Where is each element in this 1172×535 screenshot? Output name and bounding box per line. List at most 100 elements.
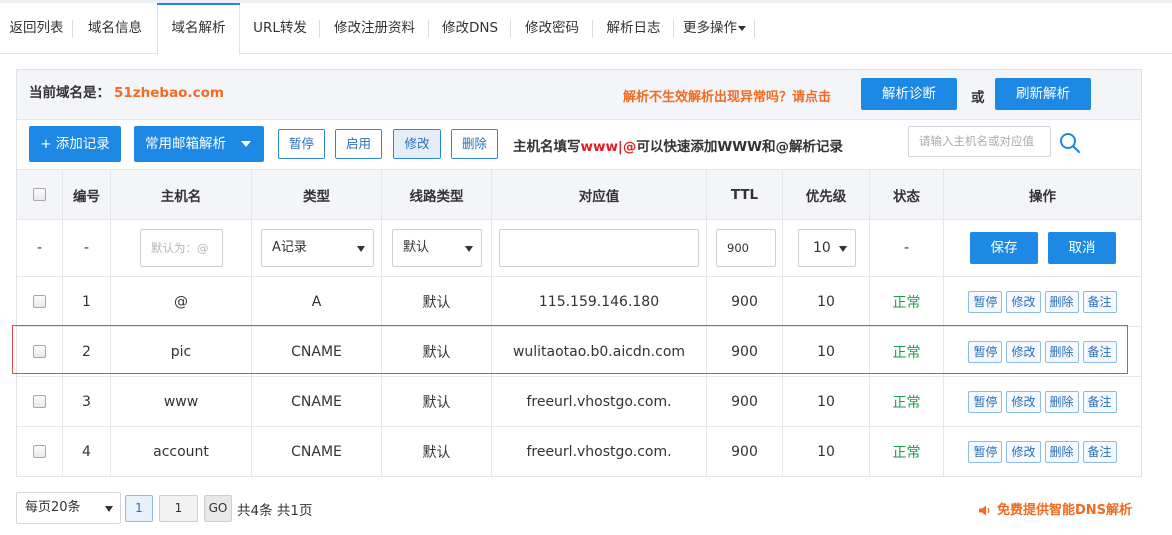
modify-button[interactable]: 修改 (393, 129, 441, 159)
tab-modify-dns[interactable]: 修改DNS (429, 3, 511, 54)
row-delete-button[interactable]: 删除 (1044, 390, 1079, 413)
priority-select-value: 10 (813, 240, 831, 256)
record-priority: 10 (783, 377, 870, 426)
line-select[interactable]: 默认 (392, 229, 482, 267)
search-icon[interactable] (1059, 132, 1081, 154)
chevron-down-icon (465, 246, 473, 252)
row-pause-button[interactable]: 暂停 (968, 290, 1003, 313)
host-input[interactable]: 默认为：@ (140, 229, 223, 267)
record-actions: 暂停 修改 删除 备注 (944, 327, 1141, 376)
record-status: 正常 (870, 427, 944, 476)
row-note-button[interactable]: 备注 (1082, 290, 1117, 313)
row-note-button[interactable]: 备注 (1082, 440, 1117, 463)
row-modify-button[interactable]: 修改 (1006, 390, 1041, 413)
current-domain-label: 当前域名是： 51zhebao.com (29, 81, 224, 101)
select-all-checkbox[interactable] (33, 188, 46, 201)
row-checkbox[interactable] (33, 295, 46, 308)
row-modify-button[interactable]: 修改 (1006, 340, 1041, 363)
page-goto-input[interactable]: 1 (159, 495, 198, 522)
row-checkbox[interactable] (33, 395, 46, 408)
chevron-down-icon (105, 506, 113, 512)
new-priority-cell: 10 (783, 220, 870, 276)
record-line: 默认 (382, 327, 492, 376)
hint-prefix: 主机名填写 (513, 139, 581, 155)
tab-modify-registration[interactable]: 修改注册资料 (320, 3, 429, 54)
refresh-resolve-button[interactable]: 刷新解析 (995, 78, 1091, 110)
host-hint: 主机名填写www|@可以快速添加WWW和@解析记录 (513, 135, 843, 155)
per-page-select[interactable]: 每页20条 (16, 492, 121, 524)
row-select-cell (17, 277, 63, 326)
row-delete-button[interactable]: 删除 (1044, 290, 1079, 313)
diagnose-button[interactable]: 解析诊断 (861, 78, 957, 110)
mail-resolve-dropdown[interactable]: 常用邮箱解析 (134, 126, 264, 162)
header-line: 线路类型 (382, 170, 492, 219)
row-delete-button[interactable]: 删除 (1044, 340, 1079, 363)
tab-back-to-list[interactable]: 返回列表 (0, 3, 73, 54)
record-value: 115.159.146.180 (492, 277, 707, 326)
pause-button[interactable]: 暂停 (278, 129, 325, 159)
promo-link[interactable]: 免费提供智能DNS解析 (978, 499, 1132, 518)
tab-label: 更多操作 (683, 20, 737, 36)
row-pause-button[interactable]: 暂停 (968, 340, 1003, 363)
per-page-value: 每页20条 (25, 500, 81, 515)
add-record-button[interactable]: + 添加记录 (29, 126, 121, 162)
record-actions: 暂停 修改 删除 备注 (944, 277, 1141, 326)
tab-bar: 返回列表 域名信息 域名解析 URL转发 修改注册资料 修改DNS 修改密码 解… (0, 0, 1172, 55)
row-checkbox[interactable] (33, 345, 46, 358)
record-actions: 暂停 修改 删除 备注 (944, 377, 1141, 426)
page-go-button[interactable]: GO (204, 495, 232, 522)
row-note-button[interactable]: 备注 (1082, 340, 1117, 363)
search-input[interactable]: 请输入主机名或对应值 (908, 126, 1051, 157)
value-input[interactable] (499, 229, 699, 267)
record-host: pic (111, 327, 252, 376)
record-type: CNAME (252, 327, 382, 376)
current-domain-prefix: 当前域名是： (29, 85, 110, 101)
save-button[interactable]: 保存 (970, 232, 1038, 264)
mail-resolve-label: 常用邮箱解析 (145, 136, 226, 152)
hint-suffix: 可以快速添加WWW和@解析记录 (636, 139, 844, 155)
new-row-status: - (870, 220, 944, 276)
row-select-cell (17, 427, 63, 476)
row-modify-button[interactable]: 修改 (1006, 440, 1041, 463)
row-delete-button[interactable]: 删除 (1044, 440, 1079, 463)
type-select[interactable]: A记录 (261, 229, 374, 267)
header-value: 对应值 (492, 170, 707, 219)
new-ttl-cell: 900 (707, 220, 783, 276)
new-record-row: - - 默认为：@ A记录 默认 900 10 - 保存 取消 (17, 220, 1141, 277)
record-value: freeurl.vhostgo.com. (492, 427, 707, 476)
tab-domain-resolve[interactable]: 域名解析 (157, 3, 240, 55)
cancel-button[interactable]: 取消 (1048, 232, 1116, 264)
row-pause-button[interactable]: 暂停 (968, 390, 1003, 413)
resolve-panel: 当前域名是： 51zhebao.com 解析不生效解析出现异常吗？请点击 解析诊断… (16, 69, 1142, 477)
page-current[interactable]: 1 (125, 495, 153, 522)
enable-button[interactable]: 启用 (335, 129, 382, 159)
tab-label: 返回列表 (9, 20, 64, 36)
tab-url-forward[interactable]: URL转发 (240, 3, 320, 54)
tab-resolve-log[interactable]: 解析日志 (593, 3, 674, 54)
promo-text: 免费提供智能DNS解析 (997, 503, 1133, 518)
tab-label: URL转发 (253, 20, 307, 36)
priority-select[interactable]: 10 (798, 229, 856, 267)
header-select-all (17, 170, 63, 219)
row-checkbox[interactable] (33, 445, 46, 458)
tab-more-actions[interactable]: 更多操作 (674, 3, 755, 54)
header-actions: 操作 (1029, 188, 1056, 205)
row-note-button[interactable]: 备注 (1082, 390, 1117, 413)
record-type: A (252, 277, 382, 326)
caret-down-icon (241, 141, 251, 147)
delete-button[interactable]: 删除 (451, 129, 498, 159)
new-type-cell: A记录 (252, 220, 382, 276)
new-row-actions: 保存 取消 (944, 220, 1141, 276)
record-status: 正常 (870, 377, 944, 426)
row-pause-button[interactable]: 暂停 (968, 440, 1003, 463)
record-number: 4 (63, 427, 111, 476)
header-type: 类型 (252, 170, 382, 219)
tab-modify-password[interactable]: 修改密码 (511, 3, 593, 54)
record-ttl: 900 (707, 377, 783, 426)
row-modify-button[interactable]: 修改 (1006, 290, 1041, 313)
ttl-input[interactable]: 900 (716, 229, 776, 267)
new-row-number: - (63, 220, 111, 276)
diagnose-note: 解析不生效解析出现异常吗？请点击 (623, 90, 832, 105)
header-host: 主机名 (111, 170, 252, 219)
tab-domain-info[interactable]: 域名信息 (73, 3, 157, 54)
